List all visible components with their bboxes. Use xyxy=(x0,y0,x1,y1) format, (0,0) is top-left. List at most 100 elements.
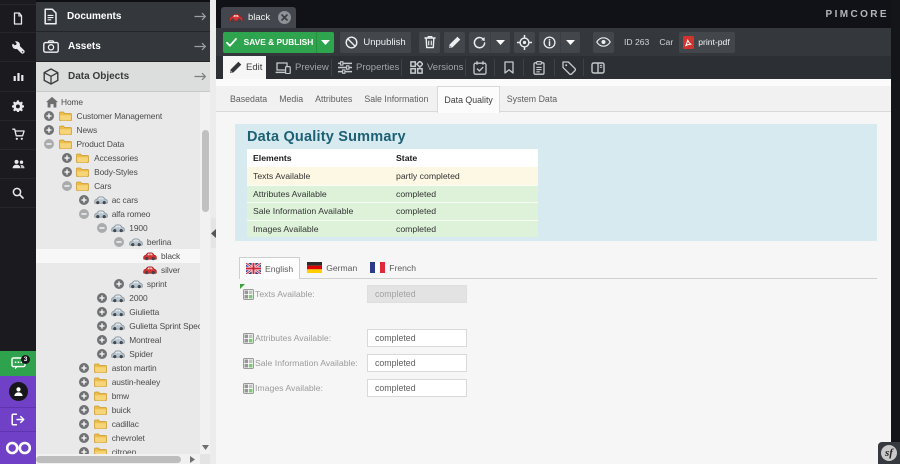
pimcore-logo-button[interactable] xyxy=(0,431,36,464)
reload-split-button[interactable] xyxy=(469,32,510,53)
print-pdf-button[interactable]: print-pdf xyxy=(679,32,735,53)
info-split-button[interactable] xyxy=(539,32,580,53)
tree-item-cadillac[interactable]: cadillac xyxy=(36,417,200,431)
field-input[interactable]: completed xyxy=(367,379,467,397)
tree-item-aston-martin[interactable]: aston martin xyxy=(36,361,200,375)
expand-icon[interactable] xyxy=(79,447,89,454)
tree-item-home[interactable]: Home xyxy=(36,95,200,109)
expand-icon[interactable] xyxy=(79,363,89,373)
tree-horizontal-scrollbar[interactable] xyxy=(36,454,210,464)
sidebar-item-ecommerce[interactable] xyxy=(0,121,36,150)
expand-icon[interactable] xyxy=(79,391,89,401)
tab-versions[interactable]: Versions xyxy=(402,56,465,79)
sidebar-item-search[interactable] xyxy=(0,179,36,208)
preview-eye-button[interactable] xyxy=(593,32,614,53)
tab-notes[interactable] xyxy=(524,56,554,79)
expand-icon[interactable] xyxy=(79,377,89,387)
expand-icon[interactable] xyxy=(62,153,72,163)
language-tab-english[interactable]: English xyxy=(239,257,300,279)
tab-dependencies[interactable] xyxy=(495,56,523,79)
expand-icon[interactable] xyxy=(97,349,107,359)
symfony-debug-button[interactable]: sf xyxy=(878,442,900,464)
tree-item-product-data[interactable]: Product Data xyxy=(36,137,200,151)
tree-item-montreal[interactable]: Montreal xyxy=(36,333,200,347)
collapse-icon[interactable] xyxy=(44,139,54,149)
scrollbar-thumb[interactable] xyxy=(202,130,209,212)
current-user-button[interactable] xyxy=(0,376,36,407)
expand-icon[interactable] xyxy=(44,125,54,135)
scrollbar-right-arrow[interactable] xyxy=(187,454,197,464)
collapse-icon[interactable] xyxy=(79,209,89,219)
content-tab-system-data[interactable]: System Data xyxy=(501,86,563,111)
tree-item-silver[interactable]: silver xyxy=(36,263,200,277)
expand-icon[interactable] xyxy=(97,307,107,317)
accordion-header-documents[interactable]: Documents xyxy=(36,2,210,32)
field-input[interactable]: completed xyxy=(367,354,467,372)
tab-tags[interactable] xyxy=(555,56,583,79)
tree-item-alfa-romeo[interactable]: alfa romeo xyxy=(36,207,200,221)
tree-item-ac-cars[interactable]: ac cars xyxy=(36,193,200,207)
scrollbar-down-arrow[interactable] xyxy=(200,442,210,452)
notifications-button[interactable]: 3 xyxy=(0,351,36,376)
tab-schedule[interactable] xyxy=(466,56,494,79)
expand-icon[interactable] xyxy=(97,321,107,331)
sidebar-item-reports[interactable] xyxy=(0,62,36,91)
expand-icon[interactable] xyxy=(62,167,72,177)
collapse-icon[interactable] xyxy=(114,237,124,247)
accordion-header-assets[interactable]: Assets xyxy=(36,32,210,62)
delete-button[interactable] xyxy=(419,32,440,53)
tree-item-cars[interactable]: Cars xyxy=(36,179,200,193)
collapse-icon[interactable] xyxy=(97,223,107,233)
language-tab-french[interactable]: French xyxy=(365,257,422,278)
sidebar-item-file[interactable] xyxy=(0,4,36,33)
tree-item-spider[interactable]: Spider xyxy=(36,347,200,361)
expand-icon[interactable] xyxy=(97,335,107,345)
reload-menu-caret[interactable] xyxy=(491,40,510,45)
info-menu-caret[interactable] xyxy=(561,40,580,45)
tree-item-citroen[interactable]: citroen xyxy=(36,445,200,454)
sidebar-item-tools[interactable] xyxy=(0,33,36,62)
tab-preview[interactable]: Preview xyxy=(266,56,331,79)
logout-button[interactable] xyxy=(0,407,36,431)
expand-icon[interactable] xyxy=(79,195,89,205)
expand-icon[interactable] xyxy=(44,111,54,121)
scrollbar-thumb[interactable] xyxy=(36,456,181,463)
field-input[interactable]: completed xyxy=(367,285,467,303)
tree-item-sprint[interactable]: sprint xyxy=(36,277,200,291)
tree-item-news[interactable]: News xyxy=(36,123,200,137)
content-tab-attributes[interactable]: Attributes xyxy=(309,86,358,111)
field-input[interactable]: completed xyxy=(367,329,467,347)
tree-item-austin-healey[interactable]: austin-healey xyxy=(36,375,200,389)
tree-item-1900[interactable]: 1900 xyxy=(36,221,200,235)
tree-item-berlina[interactable]: berlina xyxy=(36,235,200,249)
unpublish-button[interactable]: Unpublish xyxy=(340,32,411,53)
tab-black-object[interactable]: black xyxy=(221,7,296,28)
expand-icon[interactable] xyxy=(79,419,89,429)
save-menu-caret[interactable] xyxy=(317,40,334,45)
save-and-publish-button[interactable]: SAVE & PUBLISH xyxy=(223,32,334,53)
language-tab-german[interactable]: German xyxy=(302,257,363,278)
tree-item-customer-management[interactable]: Customer Management xyxy=(36,109,200,123)
expand-icon[interactable] xyxy=(79,433,89,443)
tab-reports[interactable] xyxy=(584,56,612,79)
tree-item-chevrolet[interactable]: chevrolet xyxy=(36,431,200,445)
tree-item-giulietta[interactable]: Giulietta xyxy=(36,305,200,319)
tree-item-buick[interactable]: buick xyxy=(36,403,200,417)
content-tab-sale-information[interactable]: Sale Information xyxy=(358,86,434,111)
sidebar-item-settings[interactable] xyxy=(0,92,36,121)
expand-icon[interactable] xyxy=(97,293,107,303)
locate-in-tree-button[interactable] xyxy=(514,32,535,53)
accordion-header-data-objects[interactable]: Data Objects xyxy=(36,62,210,92)
collapse-icon[interactable] xyxy=(62,181,72,191)
tab-edit[interactable]: Edit xyxy=(223,56,266,79)
info-button[interactable] xyxy=(539,36,560,49)
close-tab-button[interactable] xyxy=(278,11,291,24)
rename-button[interactable] xyxy=(444,32,465,53)
tree-item-black[interactable]: black xyxy=(36,249,200,263)
reload-button[interactable] xyxy=(469,36,490,49)
sidebar-item-users[interactable] xyxy=(0,150,36,179)
tree-item-gulietta-sprint-speciale[interactable]: Gulietta Sprint Speciale xyxy=(36,319,200,333)
tree-vertical-scrollbar[interactable] xyxy=(200,92,210,454)
tree-item-accessories[interactable]: Accessories xyxy=(36,151,200,165)
content-tab-basedata[interactable]: Basedata xyxy=(224,86,273,111)
